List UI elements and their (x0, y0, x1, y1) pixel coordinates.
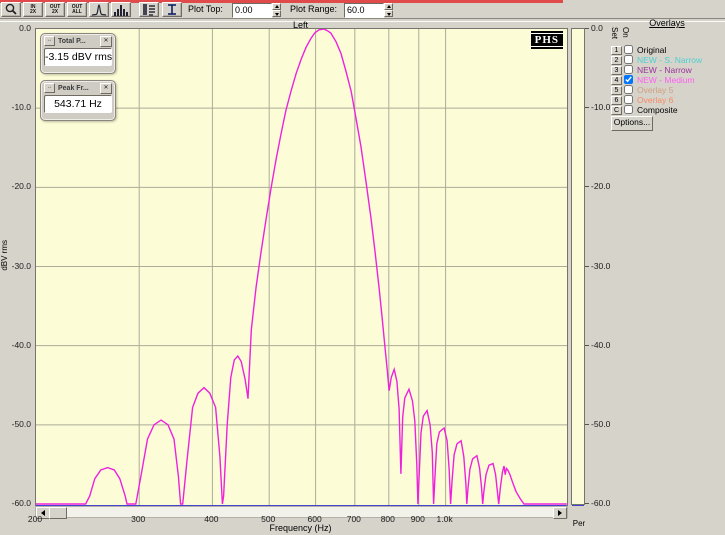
levels-icon (142, 3, 156, 16)
x-axis-tick-label: 200 (28, 514, 42, 524)
overlays-set-column-header: Set (610, 27, 619, 39)
overlay-label-6: Overlay 6 (637, 96, 673, 105)
overlay-set-button-5[interactable]: 5 (611, 86, 622, 95)
plot-top-label: Plot Top: (188, 4, 223, 14)
spinner-down-icon[interactable] (384, 10, 393, 17)
y-axis-tick-mark (585, 345, 589, 346)
overlay-set-button-4[interactable]: 4 (611, 76, 622, 85)
overlay-on-checkbox-3[interactable] (624, 65, 633, 74)
per-pane-floor-dash (572, 505, 584, 507)
readout-title: Peak Fr... (58, 85, 89, 92)
total-power-readout[interactable]: ↔ Total P... ✕ -3.15 dBV rms (40, 33, 116, 74)
y-axis-tick-label-right: -30.0 (591, 262, 610, 271)
ibeam-icon (166, 3, 178, 16)
spectrum-bars-icon (113, 3, 129, 16)
overlay-set-button-C[interactable]: C (611, 106, 622, 115)
x-axis-tick-label: 800 (381, 514, 395, 524)
readout-title: Total P... (58, 38, 86, 45)
marker-ibeam-button[interactable] (162, 2, 182, 17)
overlay-label-C: Composite (637, 106, 678, 115)
y-axis-tick-label: -30.0 (1, 262, 31, 271)
y-axis-tick-label: -20.0 (1, 182, 31, 191)
y-axis-tick-label: -50.0 (1, 420, 31, 429)
x-axis-tick-label: 300 (131, 514, 145, 524)
overlay-label-2: NEW - S. Narrow (637, 56, 702, 65)
overlay-set-button-3[interactable]: 3 (611, 66, 622, 75)
y-axis-tick-label: -60.0 (1, 499, 31, 508)
spinner-up-icon[interactable] (384, 3, 393, 10)
per-pane-label: Per (570, 519, 588, 528)
close-icon[interactable]: ✕ (100, 36, 112, 47)
magnifier-icon (4, 3, 18, 16)
readout-icon: ↔ (44, 36, 55, 46)
y-axis-tick-mark (585, 424, 589, 425)
overlay-on-checkbox-5[interactable] (624, 85, 633, 94)
peak-frequency-readout[interactable]: ↔ Peak Fr... ✕ 543.71 Hz (40, 80, 116, 121)
y-axis-tick-label-right: 0.0 (591, 24, 603, 33)
zoom-in-2x-button[interactable]: IN2X (23, 2, 43, 17)
overlay-on-checkbox-6[interactable] (624, 95, 633, 104)
y-axis-tick-label-right: -50.0 (591, 420, 610, 429)
overlay-label-3: NEW - Narrow (637, 66, 692, 75)
overlays-on-column-header: On (621, 27, 630, 38)
plot-range-spinner[interactable] (384, 3, 393, 17)
zoom-out-all-button[interactable]: OUTALL (67, 2, 87, 17)
spinner-up-icon[interactable] (272, 3, 281, 10)
peak-curve-icon (91, 3, 107, 16)
overlay-on-checkbox-4[interactable] (624, 75, 633, 84)
x-axis-title: Frequency (Hz) (35, 523, 566, 533)
y-axis-title: dBV rms (0, 240, 12, 310)
spinner-down-icon[interactable] (272, 10, 281, 17)
scroll-right-button[interactable] (553, 507, 567, 519)
spectrum-bars-button[interactable] (111, 2, 131, 17)
y-axis-tick-mark (585, 503, 589, 504)
overlay-set-button-6[interactable]: 6 (611, 96, 622, 105)
levels-button[interactable] (139, 2, 159, 17)
peak-curve-button[interactable] (89, 2, 109, 17)
plot-range-label: Plot Range: (290, 4, 337, 14)
overlay-label-1: Original (637, 46, 666, 55)
y-axis-tick-label: -40.0 (1, 341, 31, 350)
y-axis-tick-mark (585, 266, 589, 267)
x-axis-tick-label: 900 (411, 514, 425, 524)
zoom-out-2x-button[interactable]: OUT2X (45, 2, 65, 17)
plot-top-input[interactable]: 0.00 (232, 3, 272, 18)
y-axis-tick-label-right: -60.0 (591, 499, 610, 508)
x-axis-tick-label: 500 (261, 514, 275, 524)
close-icon[interactable]: ✕ (100, 83, 112, 94)
overlay-on-checkbox-C[interactable] (624, 105, 633, 114)
phs-badge: PHS (531, 31, 563, 49)
y-axis-tick-mark (585, 28, 589, 29)
total-power-value: -3.15 dBV rms (44, 48, 112, 66)
overlay-set-button-2[interactable]: 2 (611, 56, 622, 65)
plot-range-input[interactable]: 60.0 (344, 3, 384, 18)
plot-top-spinner[interactable] (272, 3, 281, 17)
y-axis-tick-label-right: -10.0 (591, 103, 610, 112)
readout-icon: ↔ (44, 83, 55, 93)
y-axis-tick-label: -10.0 (1, 103, 31, 112)
overlay-on-checkbox-1[interactable] (624, 45, 633, 54)
overlay-label-5: Overlay 5 (637, 86, 673, 95)
overlay-label-4: NEW - Medium (637, 76, 695, 85)
right-arrow-icon (558, 510, 565, 516)
x-axis-tick-label: 400 (204, 514, 218, 524)
x-axis-tick-label: 600 (307, 514, 321, 524)
y-axis-tick-mark (585, 186, 589, 187)
zoom-button[interactable] (1, 2, 21, 17)
overlay-set-button-1[interactable]: 1 (611, 46, 622, 55)
per-pane (571, 28, 585, 505)
y-axis-tick-label-right: -40.0 (591, 341, 610, 350)
x-axis-tick-label: 700 (347, 514, 361, 524)
scrollbar-thumb[interactable] (49, 507, 67, 519)
y-axis-tick-label-right: -20.0 (591, 182, 610, 191)
overlay-on-checkbox-2[interactable] (624, 55, 633, 64)
x-axis-tick-label: 1.0k (437, 514, 453, 524)
overlay-row-C: C Composite (611, 106, 723, 116)
peak-frequency-value: 543.71 Hz (44, 95, 112, 113)
overlays-options-button[interactable]: Options... (611, 116, 653, 131)
y-axis-tick-mark (585, 107, 589, 108)
y-axis-tick-label: 0.0 (1, 24, 31, 33)
horizontal-scrollbar[interactable] (35, 506, 568, 518)
